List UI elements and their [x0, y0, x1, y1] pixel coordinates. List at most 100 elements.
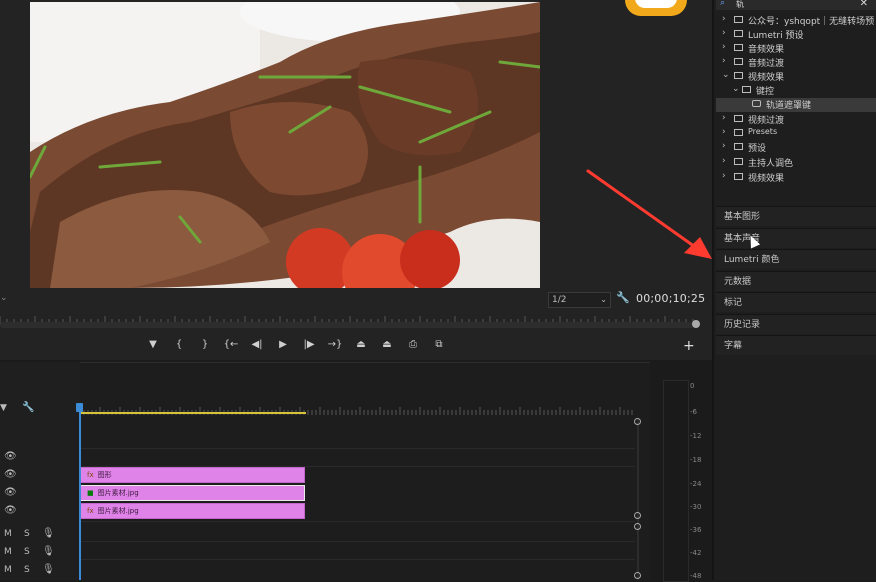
timeline-wrench-icon[interactable]: 🔧 [22, 402, 34, 413]
watermark-logo [625, 0, 687, 16]
audio-track-header-1: M S 🎙 [0, 526, 80, 544]
go-to-out-button[interactable]: →} [322, 337, 348, 353]
panel-captions[interactable]: 字幕 [716, 335, 876, 355]
chevron-right-icon: › [722, 113, 726, 123]
db-label: -24 [690, 480, 702, 488]
mute-button[interactable]: M [4, 547, 12, 557]
monitor-zoom-scrollbar[interactable] [0, 320, 700, 328]
mark-in-button[interactable]: { [166, 337, 192, 353]
chevron-right-icon: › [722, 171, 726, 181]
effects-tree-item[interactable]: › 视频效果 [716, 171, 876, 185]
timeline-clip-graphic[interactable]: fx 图形 [80, 467, 305, 483]
solo-button[interactable]: S [24, 565, 30, 575]
timeline-vertical-scrollbar[interactable] [637, 418, 639, 580]
effects-search-bar[interactable]: ⌕ 轨 ✕ [716, 0, 876, 10]
effects-tree-item-track-matte-key[interactable]: 轨道遮罩键 [716, 98, 876, 112]
panel-essential-graphics[interactable]: 基本图形 [716, 206, 876, 226]
audio-track-header-3: M S 🎙 [0, 562, 80, 580]
video-frame-image [30, 2, 540, 288]
mute-button[interactable]: M [4, 565, 12, 575]
audio-meter-bar [663, 380, 689, 582]
mark-out-button[interactable]: } [192, 337, 218, 353]
export-frame-button[interactable]: ⎙ [400, 337, 426, 353]
eye-icon[interactable]: 👁 [4, 469, 17, 480]
eye-icon[interactable]: 👁 [4, 505, 17, 516]
folder-icon [734, 58, 743, 65]
scrollbar-handle[interactable] [692, 320, 700, 328]
scrollbar-handle[interactable] [634, 523, 641, 530]
chevron-right-icon: › [722, 42, 726, 52]
program-timecode[interactable]: 00;00;10;25 [636, 292, 705, 305]
panel-lumetri-color[interactable]: Lumetri 颜色 [716, 249, 876, 269]
fx-badge: fx [87, 507, 94, 515]
folder-icon [734, 30, 743, 37]
track-divider [80, 541, 635, 542]
effect-icon [752, 100, 761, 107]
step-back-button[interactable]: ◀| [244, 337, 270, 353]
playback-resolution-select[interactable]: 1/2 ⌄ [548, 292, 611, 308]
effects-tree-item[interactable]: › 公众号：yshqopt｜无缝转场预 [716, 14, 876, 28]
lift-button[interactable]: ⏏ [348, 337, 374, 353]
effects-tree-item[interactable]: › Lumetri 预设 [716, 28, 876, 42]
microphone-icon[interactable]: 🎙 [42, 528, 55, 539]
play-button[interactable]: ▶ [270, 337, 296, 353]
playhead-line[interactable] [79, 404, 81, 580]
panel-markers[interactable]: 标记 [716, 292, 876, 312]
effects-tree-item[interactable]: ⌄ 键控 [716, 84, 876, 98]
effects-tree-item[interactable]: › Presets [716, 127, 876, 141]
marker-icon[interactable]: ▼ [0, 403, 7, 413]
effects-search-input[interactable]: 轨 [736, 0, 744, 10]
solo-button[interactable]: S [24, 547, 30, 557]
timeline-clip-image-selected[interactable]: ■ 图片素材.jpg [80, 485, 305, 501]
work-area-bar[interactable] [80, 412, 306, 414]
track-divider [80, 559, 635, 560]
scrollbar-handle[interactable] [634, 512, 641, 519]
panel-history[interactable]: 历史记录 [716, 314, 876, 334]
effects-tree-item[interactable]: › 预设 [716, 141, 876, 155]
effects-tree-item[interactable]: › 主持人调色 [716, 156, 876, 170]
scrollbar-handle[interactable] [634, 572, 641, 579]
timeline-clip-image[interactable]: fx 图片素材.jpg [80, 503, 305, 519]
eye-icon[interactable]: 👁 [4, 451, 17, 462]
track-divider [80, 448, 635, 449]
db-label: -6 [690, 408, 697, 416]
clip-label: 图片素材.jpg [97, 507, 139, 515]
effects-tree-item[interactable]: › 视频过渡 [716, 113, 876, 127]
video-track-header-3: 👁 [0, 450, 80, 468]
go-to-in-button[interactable]: {← [218, 337, 244, 353]
program-monitor-video-frame[interactable] [30, 2, 540, 288]
chevron-down-icon: ⌄ [600, 295, 607, 304]
add-marker-button[interactable]: ▼ [140, 337, 166, 353]
panel-essential-sound[interactable]: 基本声音 [716, 228, 876, 248]
add-button[interactable]: + [683, 338, 695, 354]
audio-track-header-2: M S 🎙 [0, 544, 80, 562]
solo-button[interactable]: S [24, 529, 30, 539]
extract-button[interactable]: ⏏ [374, 337, 400, 353]
folder-icon [734, 129, 743, 136]
clear-search-icon[interactable]: ✕ [860, 0, 868, 9]
chevron-right-icon: › [722, 28, 726, 38]
panel-metadata[interactable]: 元数据 [716, 271, 876, 291]
step-forward-button[interactable]: |▶ [296, 337, 322, 353]
db-label: -12 [690, 432, 702, 440]
playhead-handle[interactable] [76, 403, 83, 412]
microphone-icon[interactable]: 🎙 [42, 546, 55, 557]
mute-button[interactable]: M [4, 529, 12, 539]
db-label: -18 [690, 456, 702, 464]
effects-tree-item[interactable]: ⌄ 视频效果 [716, 70, 876, 84]
scrollbar-handle[interactable] [634, 418, 641, 425]
folder-icon [734, 72, 743, 79]
folder-icon [742, 86, 751, 93]
wrench-icon[interactable]: 🔧 [616, 291, 630, 304]
chevron-right-icon: › [722, 141, 726, 151]
red-annotation-arrow [586, 169, 712, 259]
clip-label: 图形 [97, 471, 112, 479]
folder-icon [734, 115, 743, 122]
microphone-icon[interactable]: 🎙 [42, 564, 55, 575]
effects-tree-item[interactable]: › 音频过渡 [716, 56, 876, 70]
video-track-header-1: 👁 [0, 486, 80, 504]
monitor-left-dropdown[interactable]: ⌄ [0, 293, 8, 303]
compare-view-button[interactable]: ⧉ [426, 337, 452, 353]
eye-icon[interactable]: 👁 [4, 487, 17, 498]
effects-tree-item[interactable]: › 音频效果 [716, 42, 876, 56]
